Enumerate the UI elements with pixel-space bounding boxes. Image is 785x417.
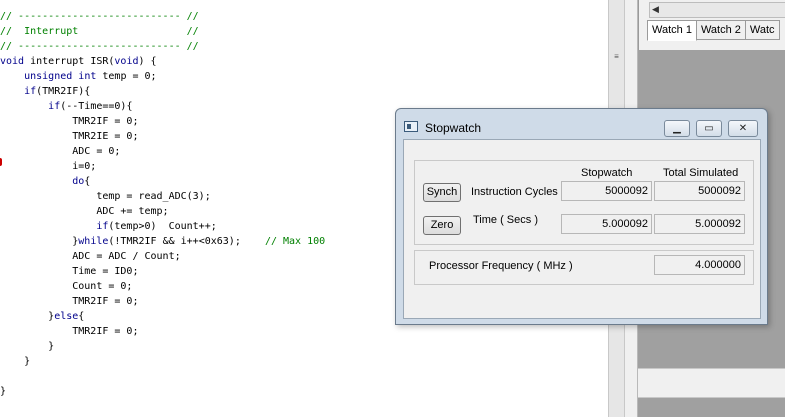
watch-window: ◀ Watch 1 Watch 2 Watc bbox=[638, 0, 785, 50]
time-total-value: 5.000092 bbox=[654, 214, 745, 234]
zero-button[interactable]: Zero bbox=[423, 216, 461, 235]
processor-frequency-value[interactable]: 4.000000 bbox=[654, 255, 745, 275]
maximize-button[interactable]: ▭ bbox=[696, 120, 722, 137]
lower-panel-bar bbox=[638, 368, 785, 398]
stopwatch-client: Stopwatch Total Simulated Synch Instruct… bbox=[403, 139, 761, 319]
stopwatch-group: Stopwatch Total Simulated Synch Instruct… bbox=[414, 160, 754, 245]
tab-watch-2[interactable]: Watch 2 bbox=[695, 20, 746, 40]
time-stopwatch-value: 5.000092 bbox=[561, 214, 652, 234]
code-line[interactable]: if(TMR2IF){ bbox=[0, 84, 325, 99]
stopwatch-titlebar[interactable]: Stopwatch ▁ ▭ ✕ bbox=[396, 109, 767, 139]
code-line[interactable]: TMR2IF = 0; bbox=[0, 324, 325, 339]
close-button[interactable]: ✕ bbox=[728, 120, 758, 137]
code-line[interactable]: ADC = 0; bbox=[0, 144, 325, 159]
code-line[interactable]: } bbox=[0, 354, 325, 369]
code-line[interactable]: }while(!TMR2IF && i++<0x63); // Max 100 bbox=[0, 234, 325, 249]
code-line[interactable]: if(temp>0) Count++; bbox=[0, 219, 325, 234]
tab-watch-3[interactable]: Watc bbox=[744, 20, 780, 40]
minimize-icon: ▁ bbox=[673, 123, 681, 134]
code-line[interactable]: TMR2IE = 0; bbox=[0, 129, 325, 144]
time-secs-label: Time ( Secs ) bbox=[473, 214, 538, 226]
breakpoint-marker[interactable] bbox=[0, 158, 2, 166]
watch-horizontal-scrollbar[interactable]: ◀ bbox=[649, 2, 785, 18]
code-line[interactable]: unsigned int temp = 0; bbox=[0, 69, 325, 84]
code-line[interactable]: ADC += temp; bbox=[0, 204, 325, 219]
code-line[interactable]: } bbox=[0, 384, 325, 399]
code-line[interactable]: if(--Time==0){ bbox=[0, 99, 325, 114]
window-icon bbox=[404, 121, 418, 132]
code-line[interactable] bbox=[0, 369, 325, 384]
code-line[interactable]: do{ bbox=[0, 174, 325, 189]
code-line[interactable]: Count = 0; bbox=[0, 279, 325, 294]
synch-button[interactable]: Synch bbox=[423, 183, 461, 202]
code-line[interactable]: // Interrupt // bbox=[0, 24, 325, 39]
tab-watch-1[interactable]: Watch 1 bbox=[647, 20, 697, 41]
scroll-left-icon[interactable]: ◀ bbox=[652, 4, 659, 15]
stopwatch-window: Stopwatch ▁ ▭ ✕ Stopwatch Total Simulate… bbox=[395, 108, 768, 325]
processor-frequency-label: Processor Frequency ( MHz ) bbox=[429, 260, 573, 272]
stopwatch-column-header: Stopwatch bbox=[581, 167, 633, 179]
code-line[interactable]: void interrupt ISR(void) { bbox=[0, 54, 325, 69]
close-icon: ✕ bbox=[738, 123, 748, 134]
total-column-header: Total Simulated bbox=[663, 167, 739, 179]
code-line[interactable]: }else{ bbox=[0, 309, 325, 324]
processor-frequency-group: Processor Frequency ( MHz ) 4.000000 bbox=[414, 250, 754, 285]
instruction-cycles-label: Instruction Cycles bbox=[471, 186, 558, 198]
code-text[interactable]: // --------------------------- //// Inte… bbox=[0, 9, 325, 399]
code-line[interactable]: i=0; bbox=[0, 159, 325, 174]
maximize-icon: ▭ bbox=[704, 123, 714, 134]
window-title: Stopwatch bbox=[425, 121, 482, 135]
code-line[interactable]: // --------------------------- // bbox=[0, 39, 325, 54]
minimize-button[interactable]: ▁ bbox=[664, 120, 690, 137]
code-line[interactable]: Time = ID0; bbox=[0, 264, 325, 279]
code-line[interactable]: } bbox=[0, 339, 325, 354]
code-line[interactable]: TMR2IF = 0; bbox=[0, 294, 325, 309]
code-line[interactable]: temp = read_ADC(3); bbox=[0, 189, 325, 204]
cycles-total-value: 5000092 bbox=[654, 181, 745, 201]
scrollbar-grip-icon: ≡ bbox=[614, 52, 619, 61]
cycles-stopwatch-value: 5000092 bbox=[561, 181, 652, 201]
code-line[interactable]: TMR2IF = 0; bbox=[0, 114, 325, 129]
watch-tabs: Watch 1 Watch 2 Watc bbox=[647, 20, 780, 41]
code-line[interactable]: // --------------------------- // bbox=[0, 9, 325, 24]
code-line[interactable]: ADC = ADC / Count; bbox=[0, 249, 325, 264]
